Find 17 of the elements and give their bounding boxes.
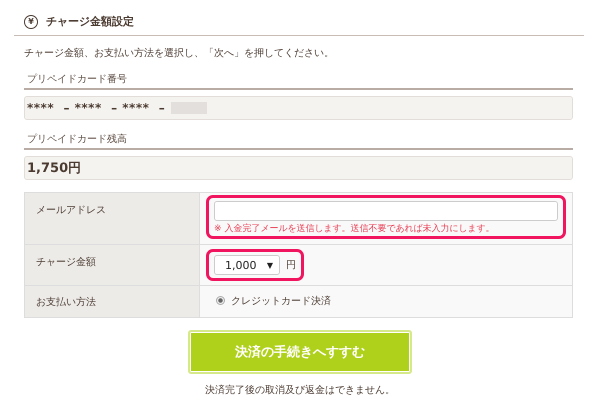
row-label: お支払い方法 bbox=[25, 286, 200, 317]
yen-icon: ¥ bbox=[24, 14, 38, 28]
card-number-field: **** – **** – **** – bbox=[24, 96, 573, 120]
email-field[interactable] bbox=[214, 201, 558, 221]
field-label: プリペイドカード番号 bbox=[24, 72, 573, 90]
amount-select[interactable]: 1,000 ▼ bbox=[214, 255, 280, 275]
section-title: チャージ金額設定 bbox=[46, 14, 134, 29]
radio-button[interactable] bbox=[216, 296, 225, 305]
row-label: メールアドレス bbox=[25, 193, 200, 244]
unit-text: 円 bbox=[286, 259, 296, 272]
footnote-text: 決済完了後の取消及び返金はできません。 bbox=[204, 384, 396, 397]
balance-field: 1,750円 bbox=[24, 156, 573, 180]
row-label: チャージ金額 bbox=[25, 245, 200, 285]
note-text: ※ 入金完了メールを送信します。送信不要であれば未入力にします。 bbox=[214, 223, 496, 235]
instruction-text: チャージ金額、お支払い方法を選択し、「次へ」を押してください。 bbox=[24, 46, 335, 60]
field-label: プリペイドカード残高 bbox=[24, 132, 573, 150]
option-label: クレジットカード決済 bbox=[231, 294, 331, 308]
